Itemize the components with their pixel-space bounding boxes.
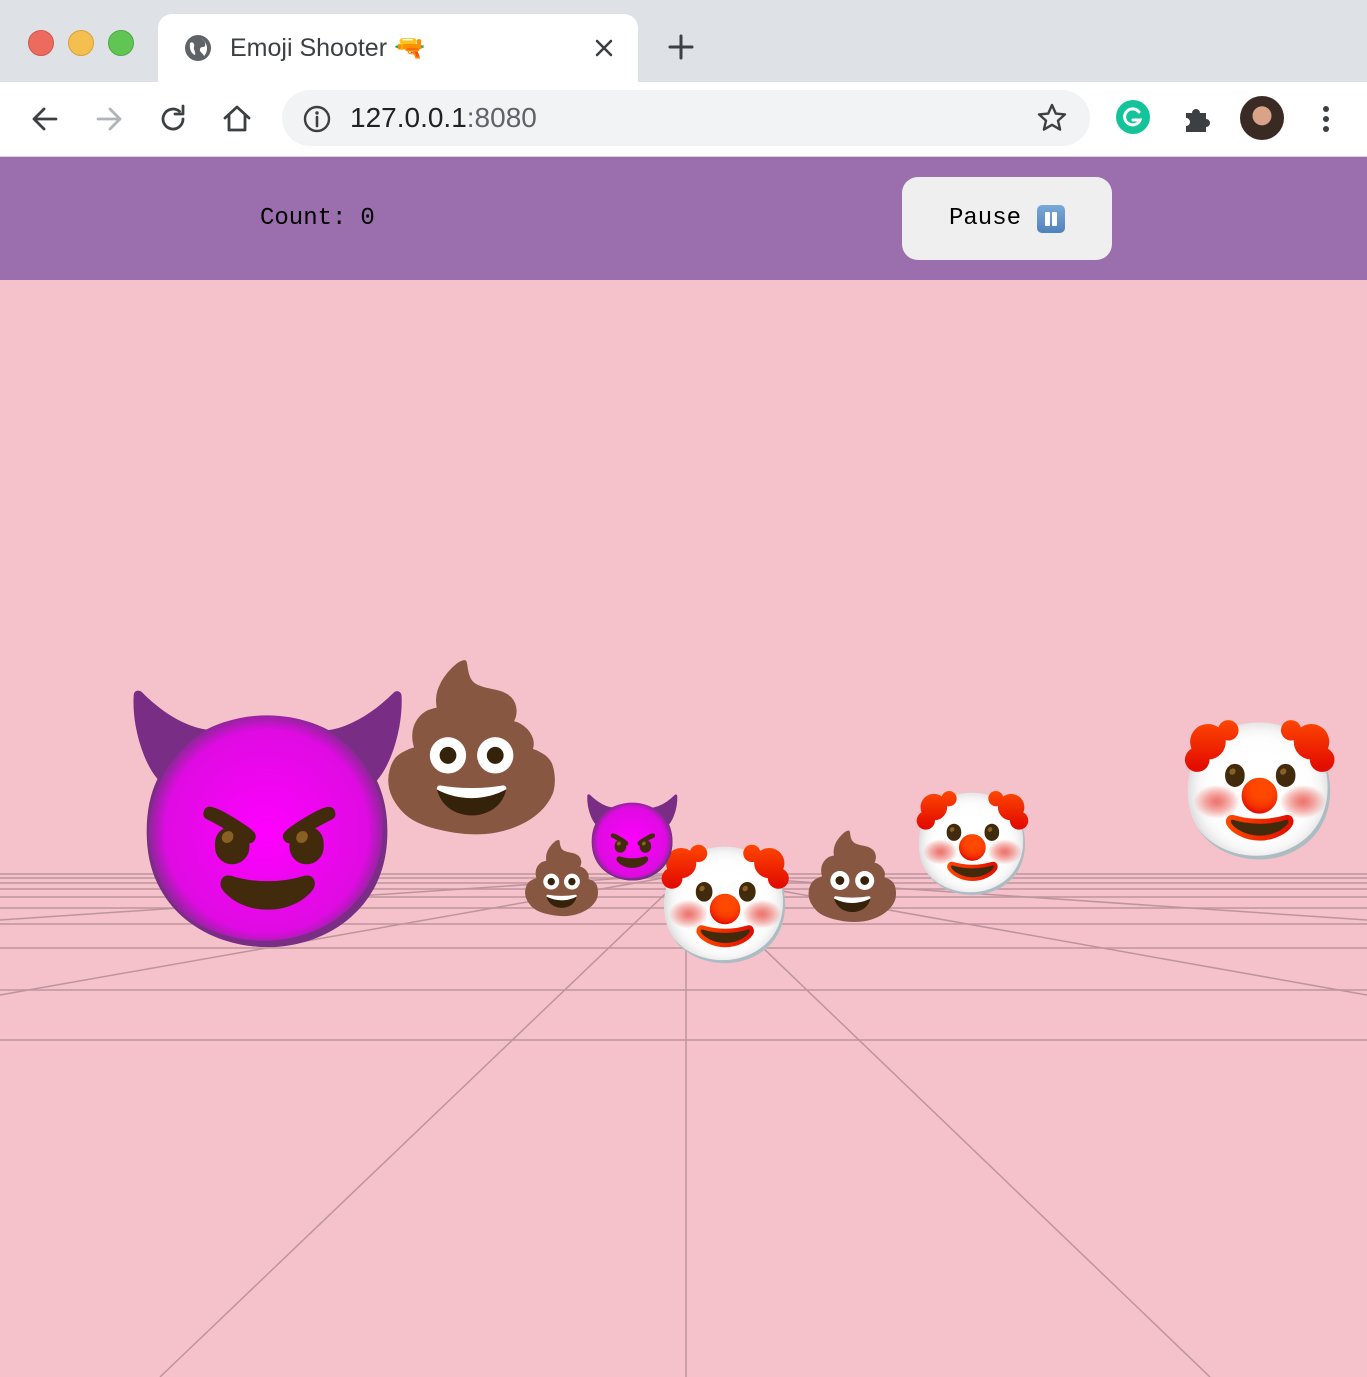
pause-button-icon xyxy=(1037,204,1065,233)
new-tab-icon[interactable] xyxy=(666,32,696,62)
forward-arrow-icon[interactable] xyxy=(92,102,126,136)
devil-emoji: 😈 xyxy=(112,681,424,960)
game-canvas[interactable]: 🤡 🤡 🤡 💩 💩 💩 😈 😈 xyxy=(0,280,1367,1377)
reload-icon[interactable] xyxy=(156,102,190,136)
clown-target[interactable]: 🤡 xyxy=(1176,718,1343,868)
clown-emoji: 🤡 xyxy=(910,789,1035,901)
back-arrow-icon[interactable] xyxy=(28,102,62,136)
info-icon[interactable] xyxy=(302,104,332,134)
home-icon[interactable] xyxy=(220,102,254,136)
game-header: Count: 0 Pause xyxy=(0,157,1367,280)
close-icon[interactable] xyxy=(590,34,618,62)
count-label: Count: xyxy=(260,205,347,232)
url-port: :8080 xyxy=(466,102,537,133)
count-value: 0 xyxy=(360,205,375,232)
window-minimize-button[interactable] xyxy=(68,30,94,56)
pause-label: Pause xyxy=(948,205,1021,232)
address-url: 127.0.0.1:8080 xyxy=(350,102,537,134)
devil-target[interactable]: 😈 xyxy=(580,790,685,886)
browser-tab[interactable]: Emoji Shooter 🔫 xyxy=(158,14,638,82)
clown-target[interactable]: 🤡 xyxy=(910,788,1035,902)
globe-icon xyxy=(185,35,211,61)
tab-title: Emoji Shooter 🔫 xyxy=(230,34,426,62)
grammarly-extension-icon[interactable] xyxy=(1116,100,1150,134)
poop-emoji: 💩 xyxy=(800,829,905,923)
profile-avatar[interactable] xyxy=(1240,96,1284,140)
browser-tab-strip: Emoji Shooter 🔫 xyxy=(0,0,1367,82)
address-bar[interactable]: 127.0.0.1:8080 xyxy=(282,90,1090,146)
poop-target[interactable]: 💩 xyxy=(800,828,905,924)
pause-button[interactable]: Pause xyxy=(902,177,1112,260)
browser-toolbar: 127.0.0.1:8080 xyxy=(0,82,1367,157)
window-close-button[interactable] xyxy=(28,30,54,56)
clown-emoji: 🤡 xyxy=(1176,718,1343,867)
more-menu-icon[interactable] xyxy=(1310,102,1342,136)
bookmark-star-icon[interactable] xyxy=(1036,102,1068,134)
grammarly-g-icon xyxy=(1123,107,1143,127)
extensions-puzzle-icon[interactable] xyxy=(1180,102,1214,136)
devil-target[interactable]: 😈 xyxy=(112,678,423,964)
score-counter: Count: 0 xyxy=(260,205,375,232)
devil-emoji: 😈 xyxy=(580,791,685,885)
url-host: 127.0.0.1 xyxy=(350,102,467,133)
window-zoom-button[interactable] xyxy=(108,30,134,56)
